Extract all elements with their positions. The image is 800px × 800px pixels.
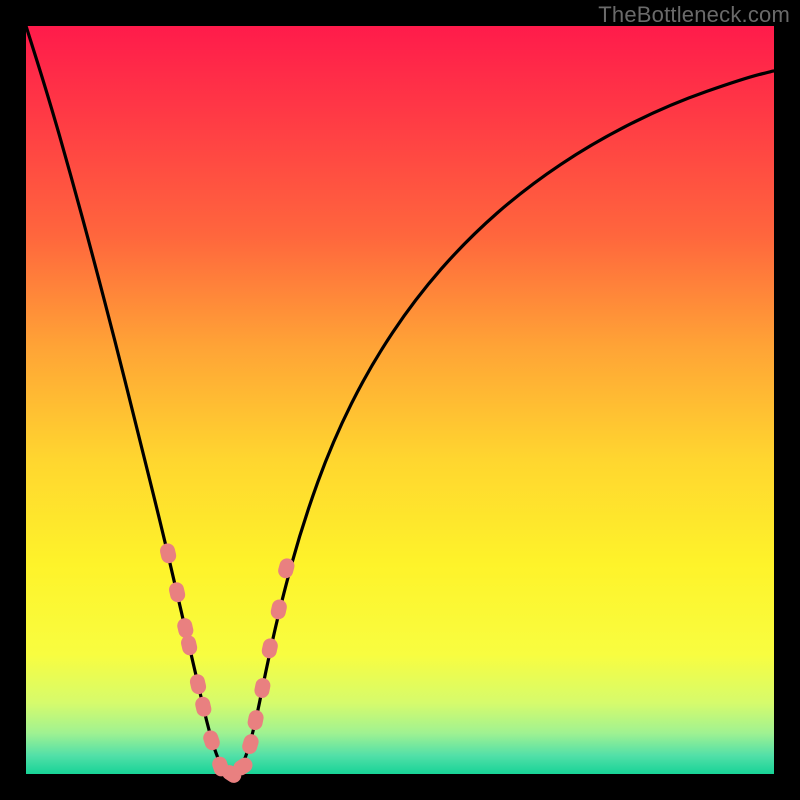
chart-frame: TheBottleneck.com	[0, 0, 800, 800]
chart-canvas	[0, 0, 800, 800]
plot-area	[26, 26, 774, 774]
